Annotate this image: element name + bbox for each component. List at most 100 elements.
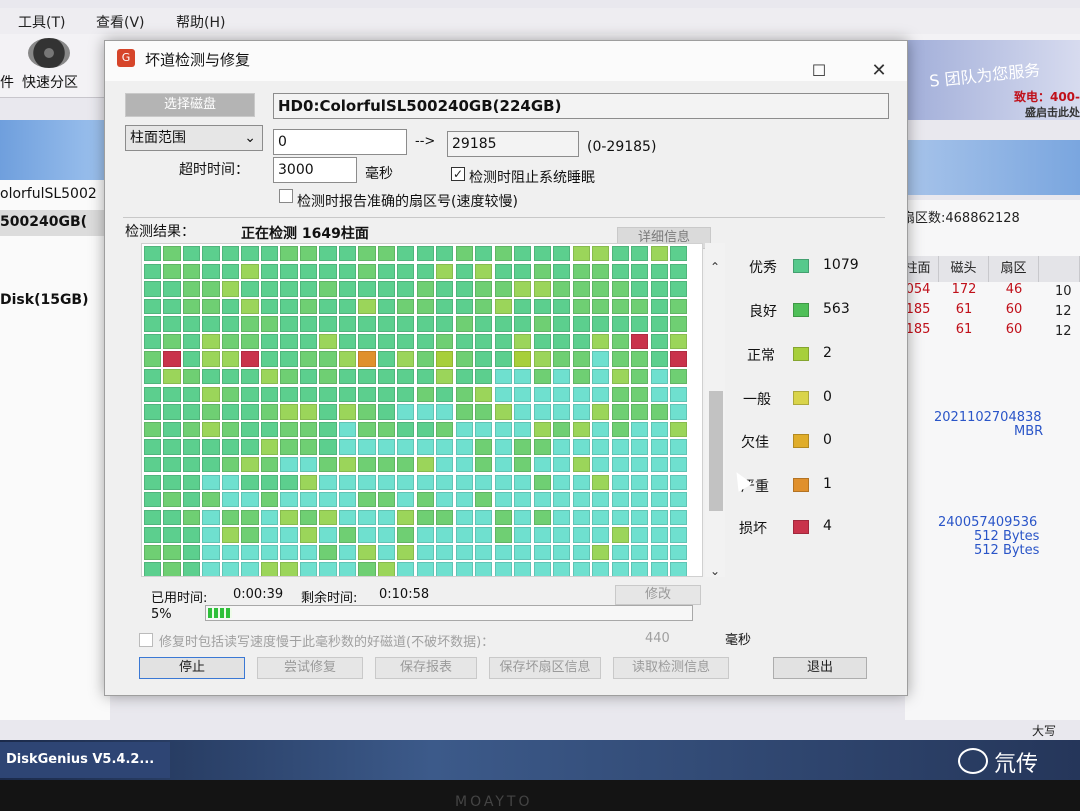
sector-block <box>553 527 571 543</box>
sector-block <box>455 474 473 490</box>
sector-block <box>572 263 590 279</box>
sector-block <box>144 246 162 262</box>
sector-block <box>533 351 551 367</box>
sector-block <box>299 544 318 561</box>
scroll-down-icon[interactable]: ⌄ <box>705 561 725 581</box>
scroll-up-icon[interactable]: ⌃ <box>705 257 725 277</box>
sector-block <box>163 404 181 420</box>
sector-block <box>514 404 532 420</box>
legend-count: 1079 <box>823 257 859 273</box>
sector-block <box>670 246 688 262</box>
stop-button[interactable]: 停止 <box>139 657 245 679</box>
sector-block <box>670 492 688 508</box>
modify-button[interactable]: 修改 <box>615 585 701 605</box>
sector-block <box>377 298 395 315</box>
sector-block <box>650 492 668 508</box>
sector-block <box>514 263 532 279</box>
sector-block <box>299 369 318 385</box>
sector-block <box>455 562 473 576</box>
sector-block <box>592 386 610 403</box>
sector-block <box>358 298 376 315</box>
slow-track-value[interactable]: 440 <box>645 631 670 646</box>
slow-track-checkbox[interactable] <box>139 633 153 647</box>
sector-block <box>377 562 395 576</box>
sector-block <box>436 439 454 455</box>
sector-block <box>280 527 298 543</box>
sector-block <box>319 246 337 262</box>
save-report-button[interactable]: 保存报表 <box>375 657 477 679</box>
sector-block <box>514 333 532 350</box>
menu-tools[interactable]: 工具(T) <box>18 12 65 32</box>
sector-block <box>182 456 201 473</box>
sector-block <box>455 386 473 403</box>
sector-block <box>144 456 162 473</box>
exit-button[interactable]: 退出 <box>773 657 867 679</box>
sector-block <box>455 509 473 526</box>
app-icon: G <box>117 49 135 67</box>
select-disk-button[interactable]: 选择磁盘 <box>125 93 255 117</box>
scroll-thumb[interactable] <box>709 391 723 511</box>
range-start-input[interactable]: 0 <box>273 129 407 155</box>
sector-block <box>221 439 240 455</box>
sector-block <box>221 527 240 543</box>
sector-block <box>163 246 181 262</box>
save-bad-sector-button[interactable]: 保存坏扇区信息 <box>489 657 601 679</box>
sector-block <box>436 527 454 543</box>
sector-block <box>319 439 337 455</box>
sector-block <box>494 509 512 526</box>
sector-block <box>358 492 376 508</box>
sector-block <box>631 246 649 262</box>
range-mode-select[interactable]: 柱面范围 ⌄ <box>125 125 263 151</box>
disk-tree-item[interactable]: olorfulSL5002 <box>0 186 97 202</box>
sector-block <box>358 263 376 279</box>
sector-block <box>319 316 337 332</box>
legend-label: 欠佳 <box>741 435 769 451</box>
sector-block <box>631 474 649 490</box>
sector-block <box>572 386 590 403</box>
sector-block <box>221 544 240 561</box>
sector-block <box>358 404 376 420</box>
sector-block <box>144 492 162 508</box>
sector-block <box>592 527 610 543</box>
try-repair-button[interactable]: 尝试修复 <box>257 657 363 679</box>
sector-block <box>319 298 337 315</box>
sector-block <box>416 562 434 576</box>
timeout-input[interactable]: 3000 <box>273 157 357 183</box>
sector-block <box>377 421 395 438</box>
prevent-sleep-checkbox[interactable]: ✓ <box>451 167 465 181</box>
sector-block <box>533 333 551 350</box>
partition-item[interactable]: Disk(15GB) <box>0 292 89 308</box>
taskbar-diskgenius[interactable]: DiskGenius V5.4.2... <box>0 742 170 778</box>
quick-partition-button[interactable]: 快速分区 <box>22 72 78 92</box>
sector-block <box>241 492 259 508</box>
sector-block <box>280 298 298 315</box>
menu-view[interactable]: 查看(V) <box>96 12 145 32</box>
close-button[interactable]: ✕ <box>859 57 899 85</box>
hotline-link[interactable]: 盛启击此处 <box>1025 104 1080 120</box>
menu-help[interactable]: 帮助(H) <box>176 12 225 32</box>
toolbar-item-left[interactable]: 件 <box>0 72 14 92</box>
sector-block <box>592 404 610 420</box>
sector-block <box>202 544 220 561</box>
sector-block <box>319 562 337 576</box>
sector-block <box>553 246 571 262</box>
sector-count: 扇区数:468862128 <box>902 211 1020 226</box>
sector-block <box>358 421 376 438</box>
sector-block <box>358 562 376 576</box>
report-sector-checkbox[interactable] <box>279 189 293 203</box>
sector-block <box>182 369 201 385</box>
read-info-button[interactable]: 读取检测信息 <box>613 657 729 679</box>
legend-count: 4 <box>823 518 832 534</box>
sector-map-scrollbar[interactable]: ⌃ ⌄ <box>705 243 725 578</box>
quick-partition-icon[interactable] <box>28 38 70 68</box>
maximize-button[interactable]: ☐ <box>799 57 839 85</box>
range-end-input[interactable]: 29185 <box>447 131 579 157</box>
progress-percent: 5% <box>151 607 172 622</box>
sector-block <box>241 527 259 543</box>
sector-block <box>221 404 240 420</box>
range-arrow: --> <box>415 134 436 149</box>
dialog-titlebar[interactable]: G 坏道检测与修复 ☐ ✕ <box>105 41 907 81</box>
sector-block <box>572 281 590 297</box>
sector-block <box>533 474 551 490</box>
sector-block <box>572 544 590 561</box>
